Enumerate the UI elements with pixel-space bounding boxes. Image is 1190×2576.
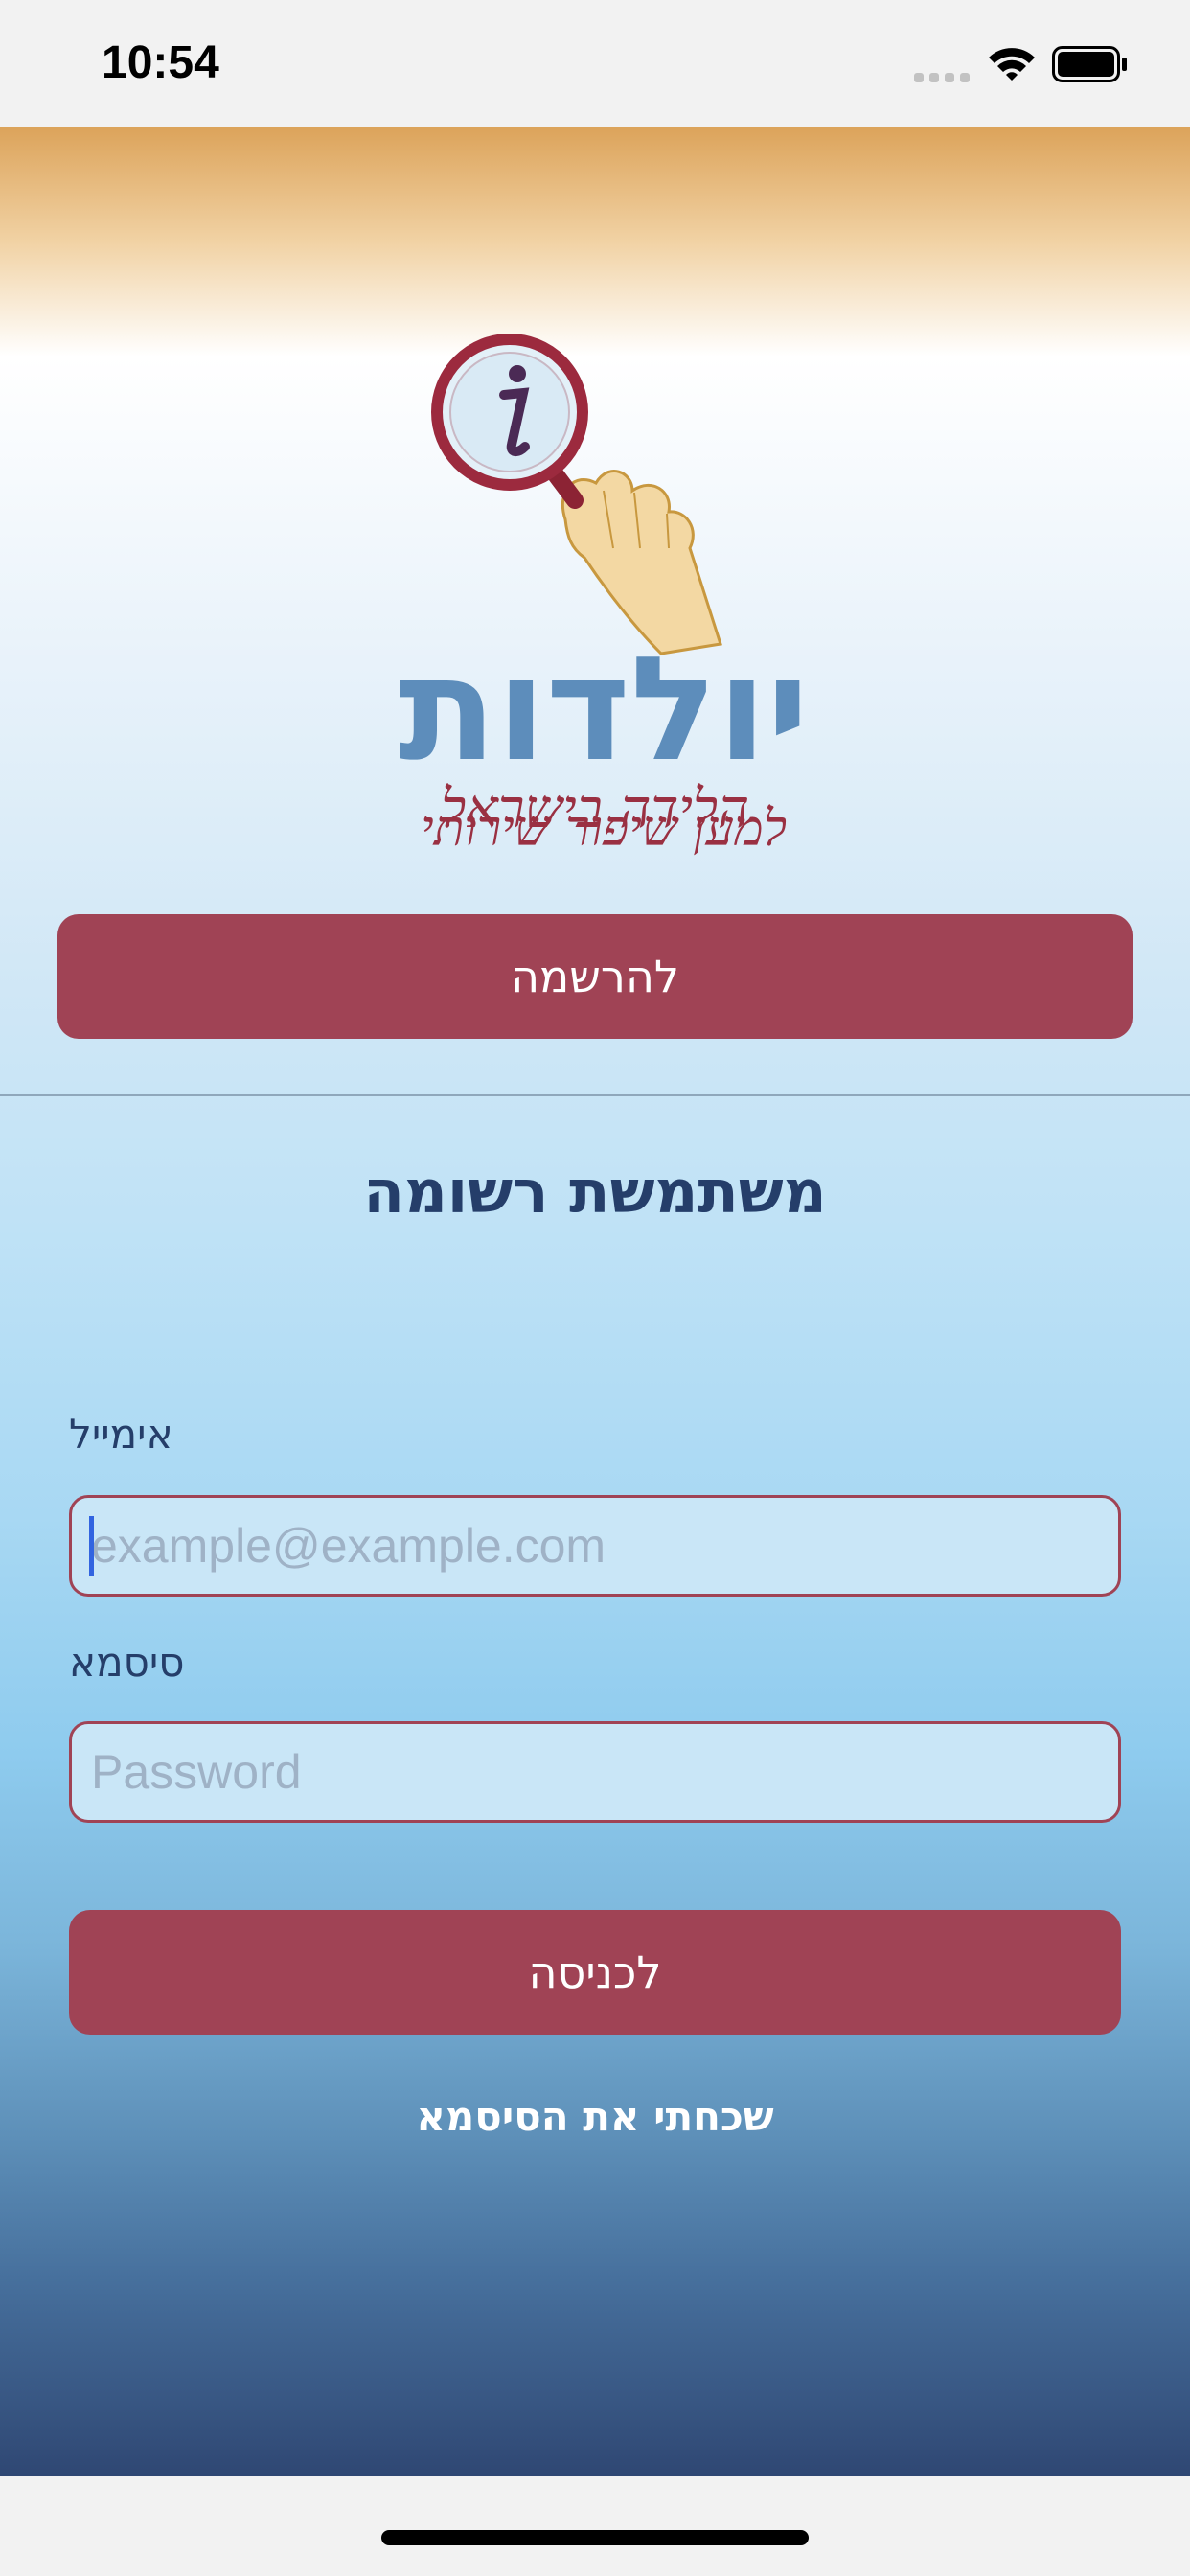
logo-brand-name: יולדות — [399, 627, 810, 794]
forgot-password-link[interactable]: שכחתי את הסיסמא — [0, 2093, 1190, 2140]
login-screen: יולדות למען שיפור שירותי הלידה בישראל לה… — [0, 126, 1190, 2476]
email-label: אימייל — [69, 1411, 173, 1458]
register-button[interactable]: להרשמה — [57, 914, 1133, 1039]
email-field[interactable] — [69, 1495, 1121, 1597]
login-button[interactable]: לכניסה — [69, 1910, 1121, 2035]
text-caret — [89, 1516, 94, 1576]
status-bar: 10:54 — [0, 0, 1190, 126]
logo-tagline-line2: הלידה בישראל — [441, 778, 749, 840]
home-indicator[interactable] — [381, 2530, 809, 2545]
battery-full-icon — [1052, 46, 1127, 82]
signal-dots-icon — [914, 73, 970, 82]
registered-user-title: משתמשת רשומה — [363, 1157, 827, 1227]
status-time: 10:54 — [102, 37, 219, 88]
password-label: סיסמא — [69, 1639, 185, 1686]
password-field[interactable] — [69, 1721, 1121, 1823]
home-indicator-area — [0, 2476, 1190, 2576]
section-divider — [0, 1094, 1190, 1096]
wifi-icon — [989, 48, 1035, 80]
